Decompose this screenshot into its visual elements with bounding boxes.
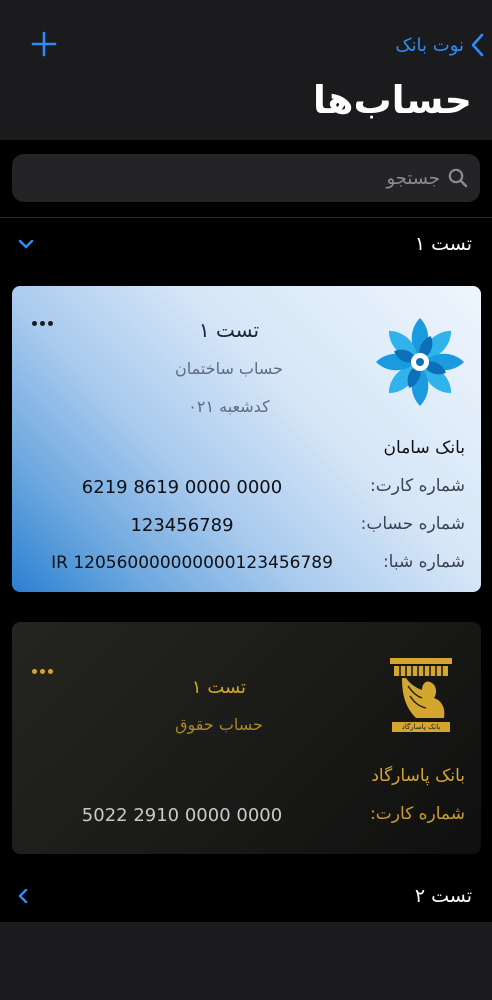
section-title: تست ۱: [414, 233, 472, 255]
bank-name: بانک پاسارگاد: [371, 766, 465, 786]
account-card-pasargad[interactable]: تست ۱ حساب حقوق بانک پاسارگاد بانک پاسار…: [12, 622, 481, 854]
more-options-button[interactable]: [32, 316, 53, 330]
section-title: تست ۲: [414, 885, 472, 907]
section-header-test-2[interactable]: تست ۲: [0, 876, 492, 916]
add-button[interactable]: [28, 28, 60, 60]
search-field[interactable]: جستجو: [12, 154, 480, 202]
card-number-label: شماره کارت:: [370, 476, 465, 496]
back-button[interactable]: نوت بانک: [395, 28, 484, 62]
account-name: تست ۱: [191, 677, 247, 698]
account-type: حساب ساختمان: [174, 359, 284, 378]
account-number[interactable]: 123456789: [52, 515, 312, 536]
logo-caption: بانک پاسارگاد: [401, 723, 441, 731]
bank-name: بانک سامان: [383, 438, 465, 458]
sheba-number[interactable]: IR 120560000000000123456789: [42, 553, 342, 573]
page-title: حساب‌ها: [312, 78, 472, 122]
plus-icon: [31, 31, 57, 57]
card-number[interactable]: 5022 2910 0000 0000: [52, 805, 312, 826]
account-number-label: شماره حساب:: [360, 514, 465, 534]
more-options-button[interactable]: [32, 664, 53, 678]
navigation-bar: نوت بانک حساب‌ها: [0, 0, 492, 140]
pasargad-griffin-logo-icon: بانک پاسارگاد: [386, 656, 456, 746]
branch-code: کدشعبه ۰۲۱: [188, 397, 270, 416]
sheba-number-label: شماره شبا:: [382, 552, 465, 572]
divider: [0, 217, 492, 218]
account-type: حساب حقوق: [175, 715, 263, 734]
bottom-toolbar: [0, 922, 492, 1000]
accounts-list[interactable]: جستجو تست ۱ تست ۱ حساب ساختمان کدشعبه ۰۲…: [0, 140, 492, 922]
chevron-left-icon: [471, 33, 484, 57]
back-button-label: نوت بانک: [395, 34, 464, 56]
card-number-label: شماره کارت:: [370, 804, 465, 824]
search-placeholder: جستجو: [386, 167, 440, 189]
saman-flower-logo-icon: [376, 318, 464, 406]
chevron-down-icon[interactable]: [18, 239, 34, 249]
account-card-saman[interactable]: تست ۱ حساب ساختمان کدشعبه ۰۲۱ بانک سامان…: [12, 286, 481, 592]
search-icon: [448, 168, 468, 188]
chevron-left-icon[interactable]: [18, 888, 28, 904]
section-header-test-1[interactable]: تست ۱: [0, 224, 492, 264]
account-name: تست ۱: [198, 318, 260, 342]
card-number[interactable]: 6219 8619 0000 0000: [52, 477, 312, 498]
